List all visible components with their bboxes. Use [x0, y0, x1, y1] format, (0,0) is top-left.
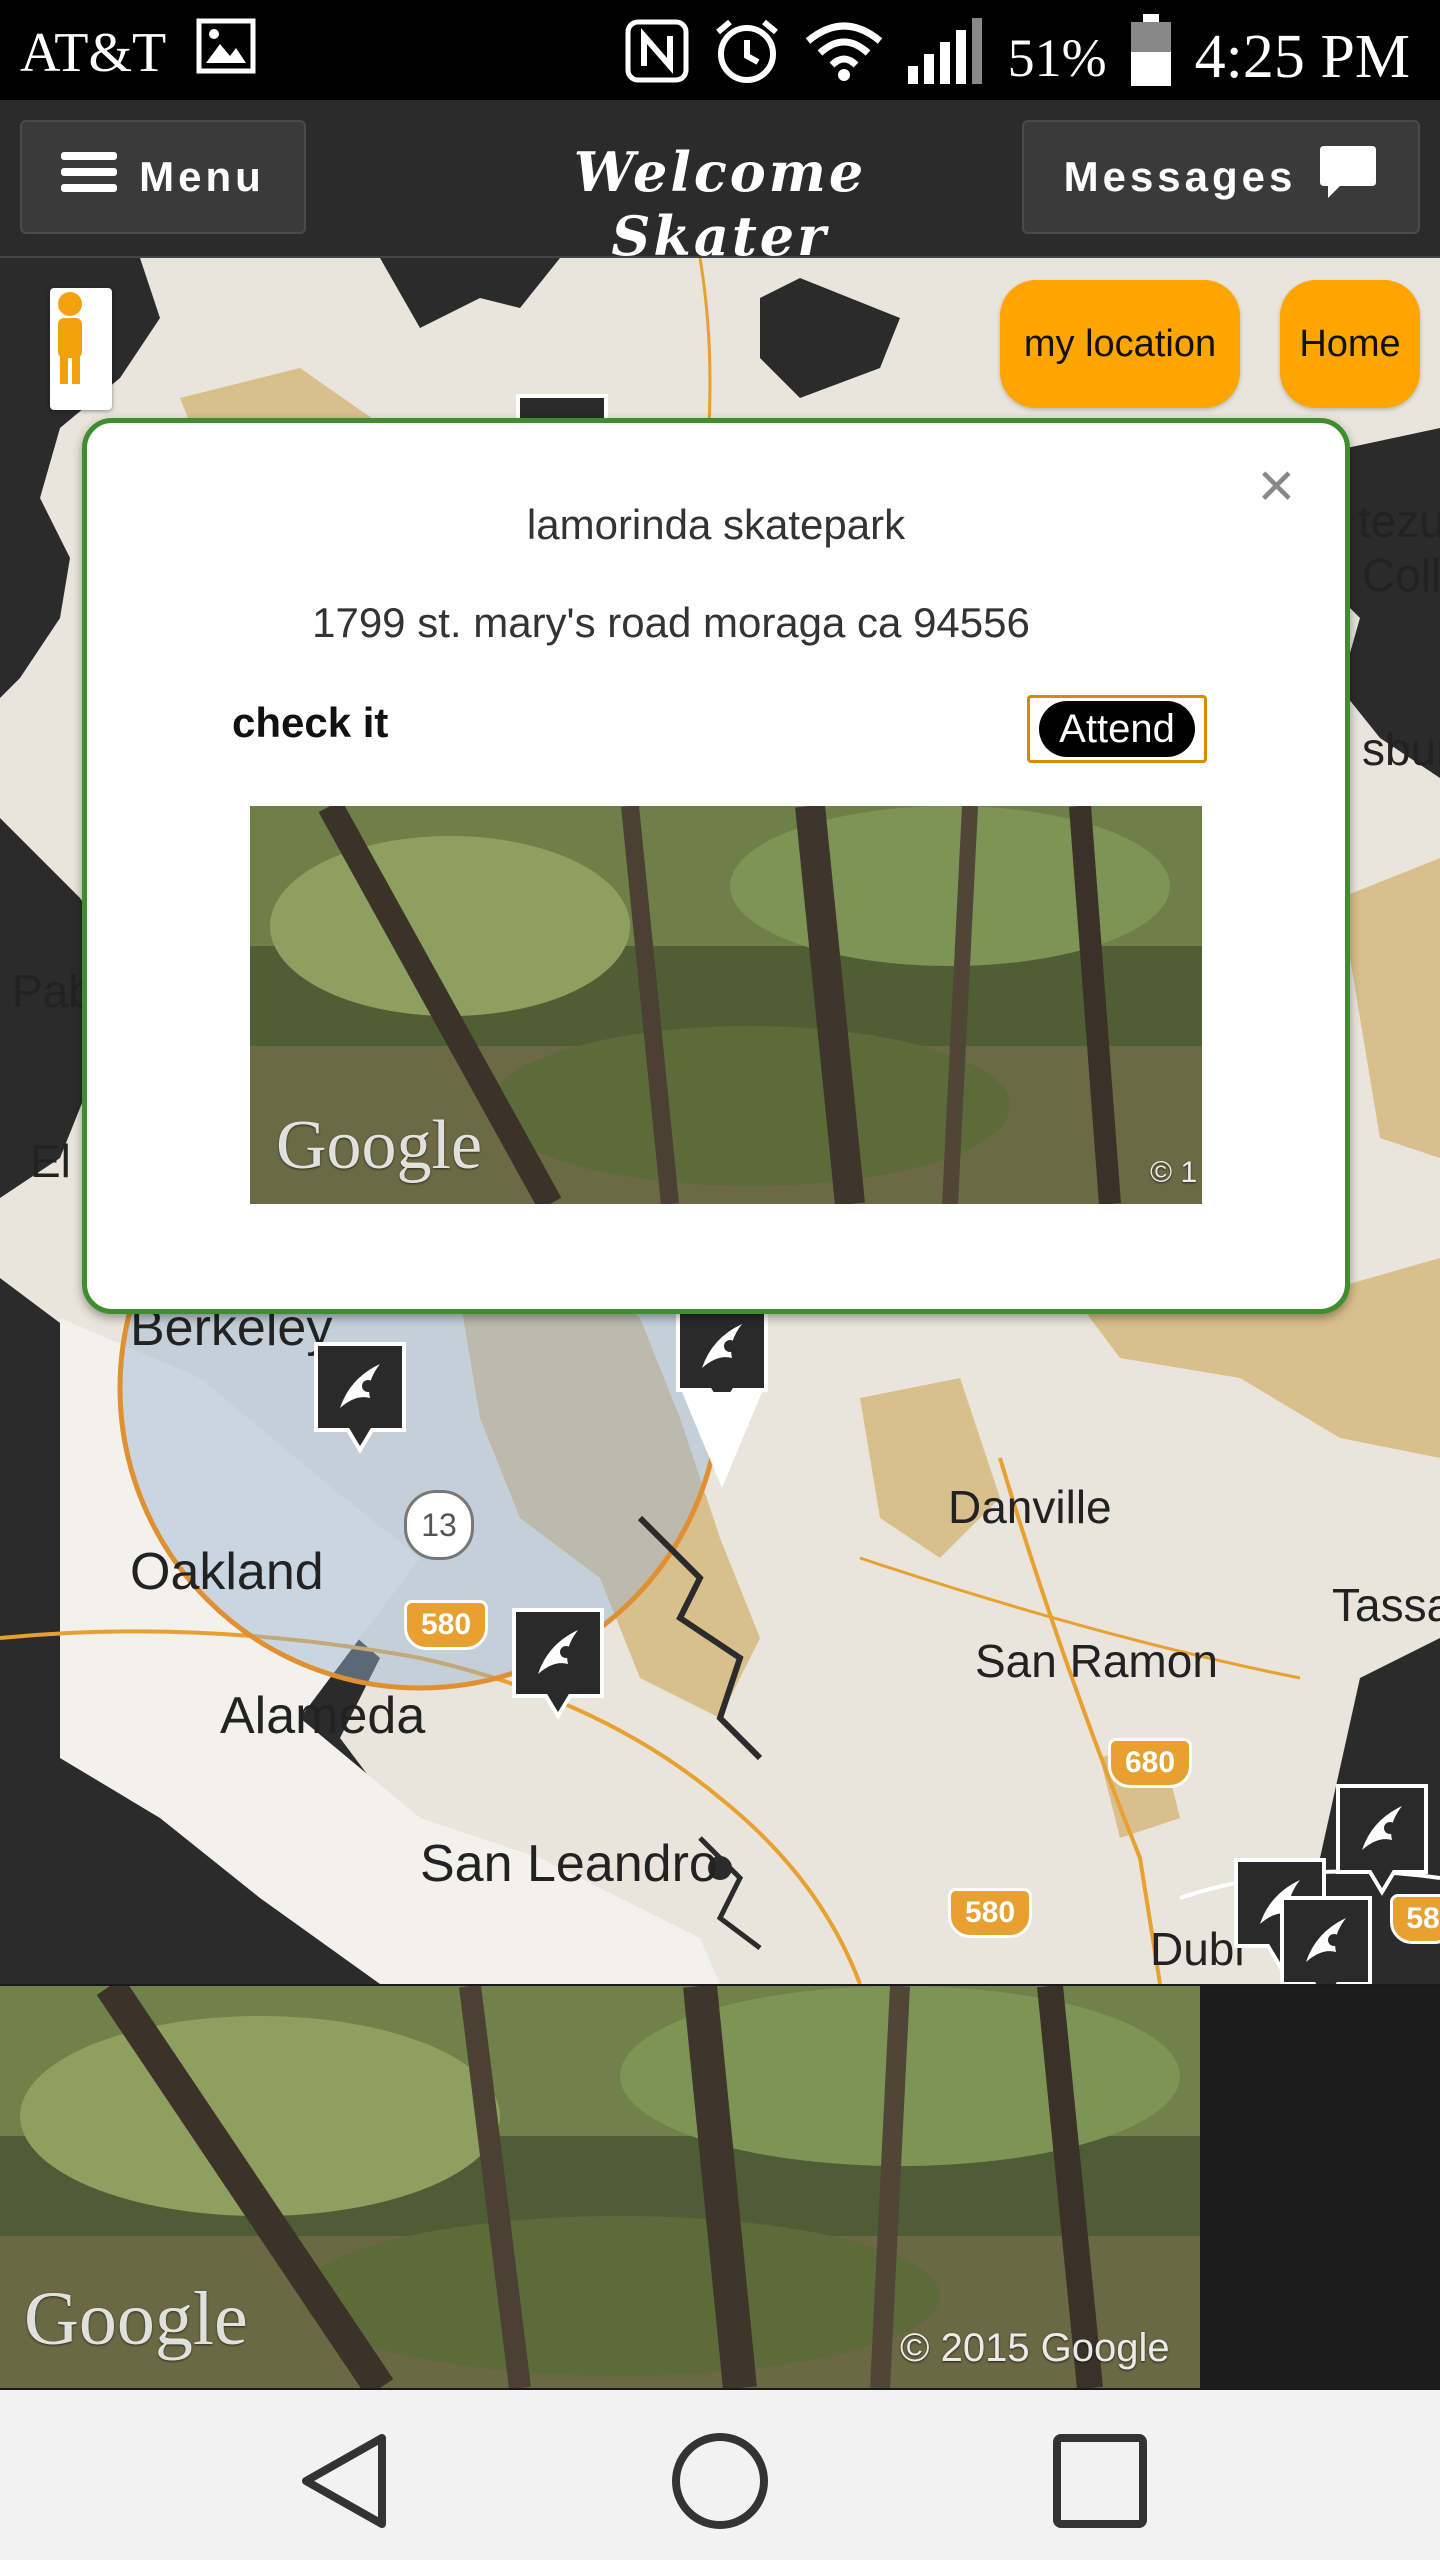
home-button[interactable]: Home [1280, 280, 1420, 408]
google-watermark: Google [276, 1107, 483, 1184]
street-view-pegman-icon[interactable] [50, 288, 112, 410]
highway-shield: 580 [948, 1888, 1032, 1938]
messages-label: Messages [1063, 153, 1297, 200]
page-title: Welcome Skater [573, 140, 867, 268]
battery-percent: 51% [1007, 27, 1107, 88]
carrier-label: AT&T [20, 21, 167, 84]
menu-label: Menu [139, 153, 265, 200]
map-label-tassa: Tassa [1332, 1579, 1440, 1631]
skatepark-name: lamorinda skatepark [526, 501, 906, 548]
street-view-panel[interactable]: Google © 2015 Google [0, 1986, 1200, 2388]
info-window: × lamorinda skatepark 1799 st. mary's ro… [82, 418, 1350, 1314]
system-nav-bar [0, 2390, 1440, 2560]
highway-shield: 680 [1108, 1738, 1192, 1788]
messages-button[interactable]: Messages [1022, 120, 1420, 234]
skatepark-marker[interactable] [310, 1338, 410, 1456]
street-view-copyright: © 2015 Google [900, 2326, 1170, 2370]
map-label-alameda: Alameda [220, 1687, 426, 1745]
skatepark-address: 1799 st. mary's road moraga ca 94556 [312, 599, 1030, 646]
photo-copyright: © 1 [1150, 1156, 1198, 1189]
highway-shield: 580 [404, 1600, 488, 1650]
map-label-danville: Danville [948, 1481, 1112, 1533]
alarm-icon [712, 16, 782, 99]
google-watermark: Google [24, 2277, 248, 2361]
back-triangle-icon[interactable] [290, 2426, 400, 2536]
battery-icon [1129, 14, 1173, 101]
skatepark-marker[interactable] [1276, 1892, 1376, 1984]
map-label-coll: Coll [1362, 549, 1440, 601]
map-label-tezu: tezu [1358, 495, 1440, 547]
map-label-san-ramon: San Ramon [975, 1635, 1218, 1687]
infowindow-pointer [682, 1392, 762, 1488]
app-header: Menu Welcome Skater Messages [0, 100, 1440, 268]
wifi-icon [804, 19, 884, 96]
clock: 4:25 PM [1194, 23, 1410, 91]
my-location-button[interactable]: my location [1000, 280, 1240, 408]
highway-shield: 13 [404, 1490, 474, 1560]
street-view-sidebar [1200, 1986, 1440, 2388]
map-label-san-leandro: San Leandro [420, 1835, 718, 1893]
skatepark-marker[interactable] [1332, 1780, 1432, 1898]
check-it-label: check it [232, 699, 389, 746]
signal-icon [906, 16, 986, 99]
status-bar: AT&T 51% 4:25 PM [0, 0, 1440, 100]
attend-button[interactable]: Attend [1039, 701, 1195, 757]
skatepark-marker[interactable] [508, 1604, 608, 1722]
map-label-el: El [30, 1135, 71, 1187]
street-view-thumbnail[interactable]: Google © 1 [250, 806, 1202, 1204]
map-label-sbur: sbur [1362, 723, 1440, 775]
chat-bubble-icon [1318, 144, 1378, 210]
gallery-notification-icon [196, 18, 256, 87]
map-label-oakland: Oakland [130, 1543, 324, 1601]
home-circle-icon[interactable] [665, 2426, 775, 2536]
attend-button-frame: Attend [1027, 695, 1207, 763]
highway-shield: 58 [1390, 1894, 1440, 1944]
nfc-icon [624, 18, 690, 97]
menu-button[interactable]: Menu [20, 120, 306, 234]
recents-square-icon[interactable] [1045, 2426, 1155, 2536]
hamburger-icon [61, 150, 118, 204]
